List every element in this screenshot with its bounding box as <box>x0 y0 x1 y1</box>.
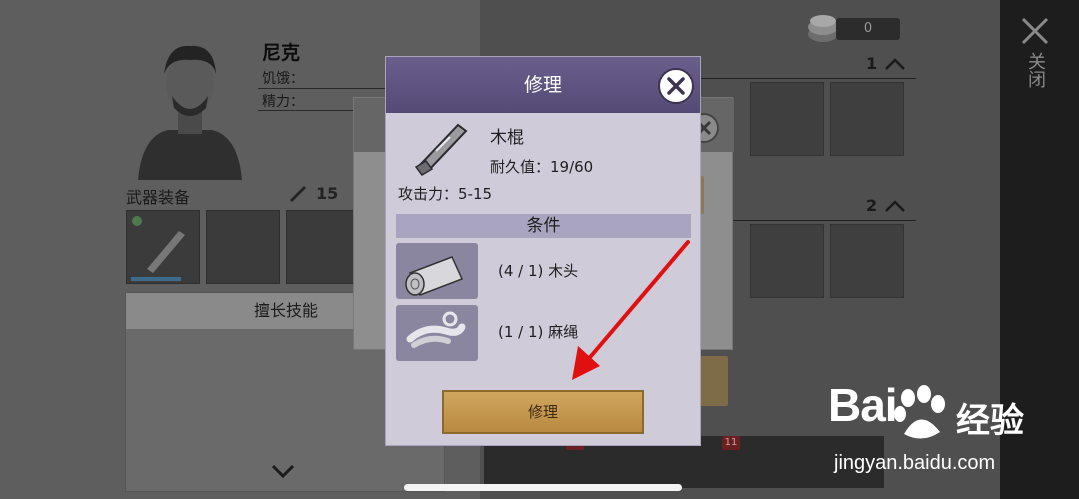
clothing-slot[interactable] <box>286 210 360 284</box>
item-durability: 耐久值：19/60 <box>490 158 594 176</box>
dialog-close-button[interactable] <box>658 68 694 104</box>
weapons-title: 武器装备 <box>126 188 191 207</box>
paw-icon <box>894 385 945 439</box>
material-slot <box>396 243 478 299</box>
watermark-logo: Bai <box>828 379 898 431</box>
bag-row-number: 1 <box>866 54 878 73</box>
coin-count: 0 <box>836 18 900 40</box>
character-portrait <box>138 45 242 180</box>
divider <box>258 88 388 89</box>
material-requirement: (1 / 1) 麻绳 <box>498 323 579 341</box>
chevron-up-icon[interactable] <box>884 56 906 72</box>
close-icon <box>667 77 685 95</box>
game-screen: 尼克 饥饿： 精力： 武器装备 15 擅长技能 0 1 2 11 关闭 修理 木… <box>0 0 1079 499</box>
bag-slot[interactable] <box>750 82 824 156</box>
chevron-down-icon[interactable] <box>270 462 296 480</box>
stick-icon <box>414 123 468 176</box>
watermark-url: jingyan.baidu.com <box>834 452 996 474</box>
attack-icon <box>290 186 306 202</box>
material-slot <box>396 305 478 361</box>
weapon-slot[interactable] <box>126 210 200 284</box>
coin-icon <box>808 15 838 42</box>
bag-slot[interactable] <box>830 224 904 298</box>
item-name: 木棍 <box>490 128 524 148</box>
home-indicator[interactable] <box>404 484 682 491</box>
hunger-label: 饥饿： <box>262 71 304 87</box>
tab-badge: 11 <box>722 436 740 450</box>
close-icon[interactable] <box>1018 14 1052 48</box>
dialog-header: 修理 <box>386 57 700 113</box>
dialog-title: 修理 <box>523 74 562 96</box>
conditions-bar: 条件 <box>396 214 691 238</box>
character-name: 尼克 <box>262 42 301 64</box>
material-requirement: (4 / 1) 木头 <box>498 262 579 280</box>
chevron-up-icon[interactable] <box>884 198 906 214</box>
repair-button[interactable]: 修理 <box>442 390 644 434</box>
energy-label: 精力： <box>262 94 304 110</box>
watermark-cn: 经验 <box>956 401 1024 441</box>
item-attack: 攻击力：5-15 <box>398 185 493 203</box>
bag-row-number: 2 <box>866 196 878 215</box>
armor-slot[interactable] <box>206 210 280 284</box>
hemp-rope-icon <box>406 311 466 348</box>
repair-dialog: 修理 木棍 耐久值：19/60 攻击力：5-15 条件 (4 / 1) 木头 (… <box>385 56 701 446</box>
close-label[interactable]: 关闭 <box>1025 52 1046 88</box>
stick-icon <box>131 216 185 281</box>
bag-slot[interactable] <box>830 82 904 156</box>
attack-value: 15 <box>316 184 339 203</box>
conditions-title: 条件 <box>526 216 561 236</box>
wood-log-icon <box>405 256 464 296</box>
bag-slot[interactable] <box>750 224 824 298</box>
